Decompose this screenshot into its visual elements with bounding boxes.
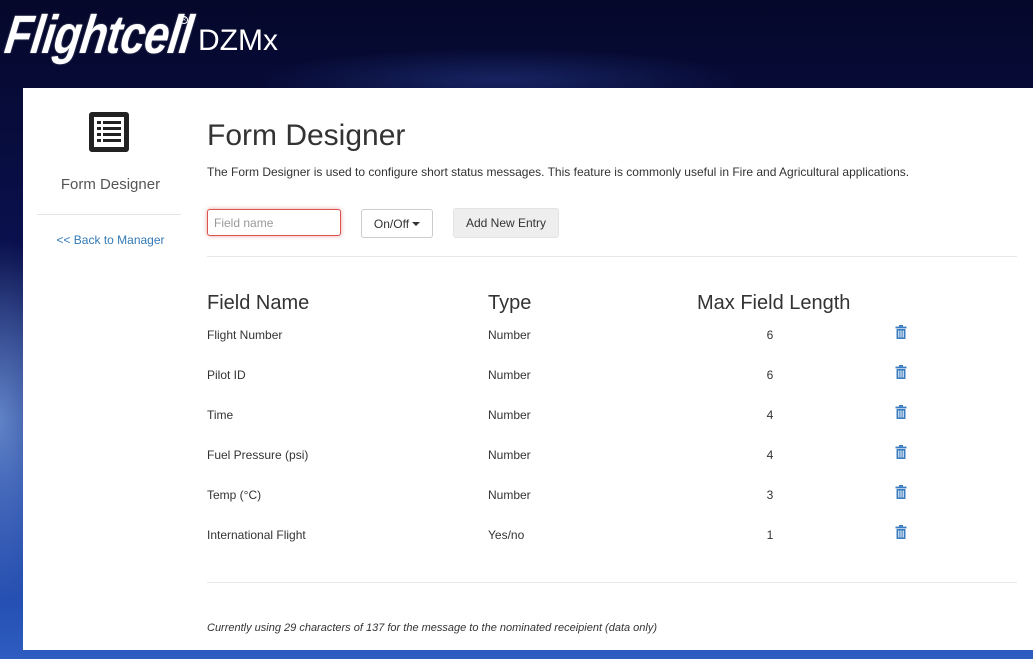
page-description: The Form Designer is used to configure s… [207,165,910,179]
column-header-max-length: Max Field Length [697,292,851,314]
cell-field-name: International Flight [207,528,306,542]
sidebar: Form Designer << Back to Manager [23,88,198,650]
type-dropdown-label: On/Off [373,216,410,231]
trash-icon[interactable] [895,485,907,499]
cell-max-length: 1 [766,528,774,542]
cell-type: Number [488,408,531,422]
content-panel: Form Designer << Back to Manager Form De… [23,88,1033,650]
cell-field-name: Fuel Pressure (psi) [207,448,309,462]
type-dropdown[interactable]: On/Off [361,209,433,238]
character-usage-note: Currently using 29 characters of 137 for… [207,622,658,634]
caret-down-icon [412,221,421,226]
divider-bottom [207,582,1017,583]
cell-field-name: Flight Number [207,328,283,342]
table-row: Time Number 4 [207,405,1017,448]
column-header-type: Type [488,292,532,314]
form-list-icon [89,112,129,152]
cell-field-name: Temp (°C) [207,488,262,502]
app-header: Flightcell R DZMx [0,0,1033,88]
cell-type: Yes/no [488,528,525,542]
registered-mark: R [180,16,188,24]
back-to-manager-link[interactable]: << Back to Manager [23,233,198,247]
cell-max-length: 4 [766,408,774,422]
table-row: International Flight Yes/no 1 [207,525,1017,568]
divider-top [207,256,1017,257]
trash-icon[interactable] [895,325,907,339]
trash-icon[interactable] [895,365,907,379]
cell-max-length: 4 [766,448,774,462]
table-row: Pilot ID Number 6 [207,365,1017,408]
cell-type: Number [488,448,531,462]
page-title: Form Designer [207,119,406,152]
sidebar-divider [37,214,181,215]
table-row: Temp (°C) Number 3 [207,485,1017,528]
cell-max-length: 3 [766,488,774,502]
main-content: Form Designer The Form Designer is used … [207,88,1017,650]
cell-max-length: 6 [766,328,774,342]
field-name-input[interactable] [207,209,341,236]
table-row: Flight Number Number 6 [207,325,1017,368]
cell-field-name: Time [207,408,234,422]
trash-icon[interactable] [895,405,907,419]
add-new-entry-button[interactable]: Add New Entry [453,208,559,238]
trash-icon[interactable] [895,525,907,539]
trash-icon[interactable] [895,445,907,459]
sidebar-title: Form Designer [60,176,161,193]
cell-field-name: Pilot ID [207,368,246,382]
cell-type: Number [488,488,531,502]
product-name: DZMx [198,24,278,57]
cell-type: Number [488,328,531,342]
column-header-field-name: Field Name [207,292,310,314]
cell-max-length: 6 [766,368,774,382]
cell-type: Number [488,368,531,382]
flightcell-logo: Flightcell [1,5,197,65]
table-row: Fuel Pressure (psi) Number 4 [207,445,1017,488]
